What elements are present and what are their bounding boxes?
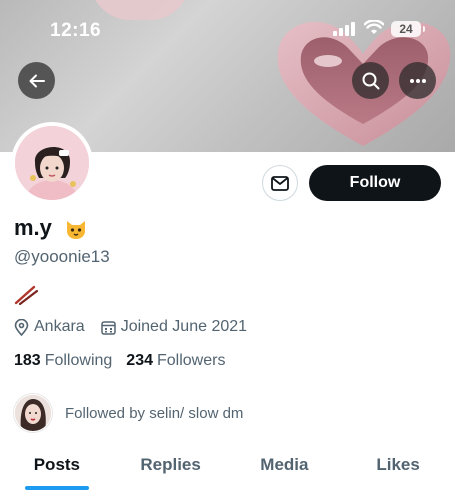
followers-link[interactable]: 234 Followers — [126, 352, 225, 370]
status-bar: 12:16 24 — [0, 0, 455, 60]
follow-button[interactable]: Follow — [309, 165, 441, 201]
cellular-signal-icon — [333, 22, 355, 36]
followers-label: Followers — [157, 352, 226, 369]
more-dots-icon — [409, 78, 426, 83]
followed-by-row[interactable]: Followed by selin/ slow dm — [14, 394, 243, 432]
location-text: Ankara — [34, 318, 85, 335]
search-button[interactable] — [352, 62, 389, 99]
display-name: m.y — [14, 215, 52, 240]
arrow-left-icon — [29, 74, 45, 87]
following-link[interactable]: 183 Following — [14, 352, 112, 370]
message-button[interactable] — [262, 165, 298, 201]
profile-tabs: Posts Replies Media Likes — [0, 446, 455, 490]
location-item: Ankara — [14, 318, 85, 336]
battery-indicator: 24 — [391, 21, 425, 37]
avatar-image — [15, 126, 89, 200]
profile-meta: Ankara Joined June 2021 — [14, 318, 247, 336]
followed-by-text: Followed by selin/ slow dm — [65, 404, 244, 422]
follow-stats: 183 Following 234 Followers — [14, 352, 239, 370]
avatar-illustration — [15, 126, 89, 200]
chopsticks-icon — [14, 285, 38, 305]
tab-replies[interactable]: Replies — [114, 446, 228, 490]
tab-media[interactable]: Media — [228, 446, 342, 490]
cat-face-icon — [67, 221, 85, 239]
follower-avatar — [14, 394, 52, 432]
following-count: 183 — [14, 352, 41, 369]
tab-posts[interactable]: Posts — [0, 446, 114, 490]
calendar-icon — [100, 320, 116, 335]
wifi-icon — [364, 20, 384, 34]
search-icon — [362, 72, 379, 89]
user-handle: @yooonie13 — [14, 247, 110, 266]
mail-icon — [271, 175, 289, 191]
follower-avatar-illustration — [15, 395, 51, 431]
followers-count: 234 — [126, 352, 153, 369]
location-pin-icon — [14, 318, 29, 336]
following-label: Following — [44, 352, 113, 369]
joined-text: Joined June 2021 — [120, 318, 248, 335]
tab-likes[interactable]: Likes — [341, 446, 455, 490]
status-time: 12:16 — [50, 20, 102, 41]
more-options-button[interactable] — [399, 62, 436, 99]
joined-item: Joined June 2021 — [100, 318, 248, 336]
profile-avatar[interactable] — [11, 122, 93, 204]
back-button[interactable] — [18, 62, 55, 99]
